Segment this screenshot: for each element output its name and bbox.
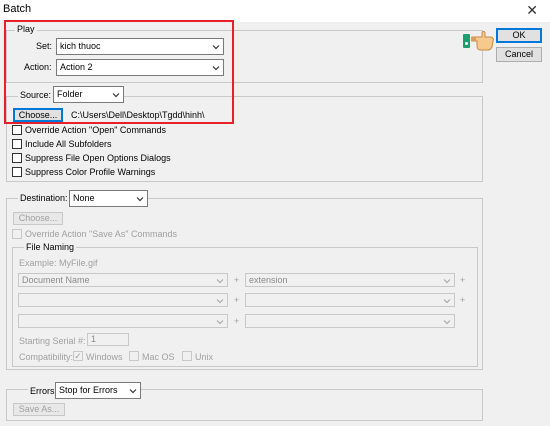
naming-field-2[interactable]: extension [245,273,455,287]
destination-label: Destination: [18,193,70,203]
chevron-down-icon [216,320,224,325]
chevron-down-icon [216,279,224,284]
suppress-color-warnings-checkbox[interactable] [12,167,22,177]
title-bar: Batch ✕ [0,0,550,22]
naming-field-3[interactable] [18,293,228,307]
unix-checkbox[interactable] [182,351,192,361]
naming-field-4[interactable] [245,293,455,307]
naming-field-1[interactable]: Document Name [18,273,228,287]
close-icon[interactable]: ✕ [526,0,538,20]
override-save-as-checkbox[interactable] [12,229,22,239]
naming-field-6[interactable] [245,314,455,328]
errors-value: Stop for Errors [59,385,118,395]
starting-serial-value: 1 [91,334,97,344]
override-open-label: Override Action "Open" Commands [25,125,166,135]
chevron-down-icon [443,299,451,304]
cancel-button[interactable]: Cancel [496,47,542,62]
suppress-color-warnings-label: Suppress Color Profile Warnings [25,167,156,177]
chevron-down-icon [216,299,224,304]
chevron-down-icon [129,389,137,394]
file-naming-legend: File Naming [24,242,77,252]
plus-sign: + [234,316,240,326]
starting-serial-input[interactable]: 1 [87,333,129,346]
naming-field-1-value: Document Name [22,275,90,285]
ok-button[interactable]: OK [496,28,542,43]
override-save-as-label: Override Action "Save As" Commands [25,229,177,239]
windows-checkbox[interactable]: ✓ [73,351,83,361]
destination-choose-button[interactable]: Choose... [13,212,63,225]
plus-sign: + [460,275,466,285]
unix-label: Unix [195,352,214,362]
window-title: Batch [3,3,32,15]
macos-checkbox[interactable] [129,351,139,361]
chevron-down-icon [443,279,451,284]
plus-sign: + [234,275,240,285]
windows-label: Windows [86,352,123,362]
plus-sign: + [460,295,466,305]
naming-field-5[interactable] [18,314,228,328]
compatibility-label: Compatibility: [19,352,74,362]
suppress-open-dialogs-label: Suppress File Open Options Dialogs [25,153,171,163]
macos-label: Mac OS [142,352,175,362]
chevron-down-icon [136,197,144,202]
check-icon: ✓ [74,351,82,361]
destination-select[interactable]: None [69,190,148,207]
errors-save-as-button[interactable]: Save As... [13,403,65,416]
plus-sign: + [234,295,240,305]
tag-icon [463,34,470,48]
include-subfolders-label: Include All Subfolders [25,139,112,149]
pointing-hand-icon [471,31,494,51]
include-subfolders-checkbox[interactable] [12,139,22,149]
override-open-checkbox[interactable] [12,125,22,135]
naming-field-2-value: extension [249,275,288,285]
destination-value: None [73,193,95,203]
errors-select[interactable]: Stop for Errors [55,382,141,399]
file-naming-example: Example: MyFile.gif [19,258,98,268]
suppress-open-dialogs-checkbox[interactable] [12,153,22,163]
starting-serial-label: Starting Serial #: [19,336,86,346]
chevron-down-icon [443,320,451,325]
highlight-box [4,20,234,124]
